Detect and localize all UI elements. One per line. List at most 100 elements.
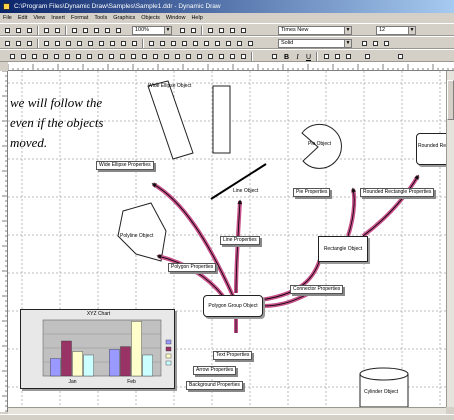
cylinder-tool-icon[interactable] bbox=[140, 52, 149, 61]
text-left-icon[interactable] bbox=[322, 52, 331, 61]
polygon-props-label[interactable]: Polygon Properties bbox=[168, 263, 217, 272]
underline-button[interactable]: U bbox=[304, 52, 313, 61]
horizontal-scrollbar[interactable] bbox=[8, 407, 446, 414]
text-props-label[interactable]: Text Properties bbox=[213, 351, 253, 360]
chevron-down-icon[interactable]: ▼ bbox=[408, 27, 415, 34]
lock-icon[interactable] bbox=[180, 39, 189, 48]
pie-props-label[interactable]: Pie Properties bbox=[293, 188, 331, 197]
save-icon[interactable] bbox=[25, 26, 34, 35]
italic-button[interactable]: I bbox=[293, 52, 302, 61]
rounded-rect-shape[interactable] bbox=[416, 133, 446, 165]
fill-icon[interactable] bbox=[224, 39, 233, 48]
rectangle-tool-icon[interactable] bbox=[52, 52, 61, 61]
menu-insert[interactable]: Insert bbox=[48, 13, 68, 23]
dash-icon[interactable] bbox=[382, 39, 391, 48]
send-back-icon[interactable] bbox=[108, 39, 117, 48]
vertical-ruler[interactable] bbox=[0, 71, 8, 412]
wide-ellipse-shape-left[interactable] bbox=[147, 80, 194, 160]
freehand-tool-icon[interactable] bbox=[151, 52, 160, 61]
connector-props-label[interactable]: Connector Properties bbox=[290, 285, 344, 294]
connector-tool-icon[interactable] bbox=[129, 52, 138, 61]
ungroup-icon[interactable] bbox=[130, 39, 139, 48]
chevron-down-icon[interactable]: ▼ bbox=[344, 40, 351, 47]
app-icon[interactable] bbox=[3, 3, 10, 10]
image-tool-icon[interactable] bbox=[118, 52, 127, 61]
zoom-in-icon[interactable] bbox=[178, 26, 187, 35]
menu-help[interactable]: Help bbox=[188, 13, 205, 23]
text-right-icon[interactable] bbox=[344, 52, 353, 61]
cylinder-shape[interactable] bbox=[359, 367, 409, 407]
help-icon[interactable] bbox=[239, 26, 248, 35]
ellipse-tool-icon[interactable] bbox=[63, 52, 72, 61]
background-props-label[interactable]: Background Properties bbox=[186, 381, 243, 390]
arrowhead-icon[interactable] bbox=[371, 39, 380, 48]
vertical-scrollbar[interactable] bbox=[446, 71, 454, 407]
measure-icon[interactable] bbox=[228, 52, 237, 61]
align-bottom-icon[interactable] bbox=[64, 39, 73, 48]
table-tool-icon[interactable] bbox=[162, 52, 171, 61]
font-size-select[interactable]: 12 ▼ bbox=[376, 26, 416, 35]
redo-icon[interactable] bbox=[114, 26, 123, 35]
arc-tool-icon[interactable] bbox=[41, 52, 50, 61]
chart-tool-icon[interactable] bbox=[107, 52, 116, 61]
scroll-thumb[interactable] bbox=[447, 80, 454, 120]
hand-tool-icon[interactable] bbox=[184, 52, 193, 61]
distribute-icon[interactable] bbox=[75, 39, 84, 48]
paste-icon[interactable] bbox=[92, 26, 101, 35]
print-preview-icon[interactable] bbox=[53, 26, 62, 35]
crop-icon[interactable] bbox=[217, 52, 226, 61]
rounded-rect-props-label[interactable]: Rounded Rectangle Properties bbox=[360, 188, 435, 197]
pointer-icon[interactable] bbox=[8, 52, 17, 61]
bring-front-icon[interactable] bbox=[97, 39, 106, 48]
align-left-icon[interactable] bbox=[3, 39, 12, 48]
polyline-shape[interactable] bbox=[117, 202, 167, 262]
curve-tool-icon[interactable] bbox=[85, 52, 94, 61]
snap-icon[interactable] bbox=[217, 26, 226, 35]
copy-icon[interactable] bbox=[81, 26, 90, 35]
menu-format[interactable]: Format bbox=[68, 13, 91, 23]
print-icon[interactable] bbox=[42, 26, 51, 35]
eraser-tool-icon[interactable] bbox=[195, 52, 204, 61]
chevron-down-icon[interactable]: ▼ bbox=[344, 27, 351, 34]
wide-ellipse-props-label[interactable]: Wide Ellipse Properties bbox=[96, 161, 154, 170]
pie-tool-icon[interactable] bbox=[96, 52, 105, 61]
align-center-icon[interactable] bbox=[14, 39, 23, 48]
wide-ellipse-shape-right[interactable] bbox=[212, 85, 231, 154]
line-width-icon[interactable] bbox=[360, 39, 369, 48]
arrow-props-label[interactable]: Arrow Properties bbox=[193, 366, 237, 375]
color-picker-icon[interactable] bbox=[206, 52, 215, 61]
menu-objects[interactable]: Objects bbox=[138, 13, 163, 23]
layer-icon[interactable] bbox=[191, 39, 200, 48]
ruler-icon[interactable] bbox=[228, 26, 237, 35]
grid-icon[interactable] bbox=[206, 26, 215, 35]
menu-edit[interactable]: Edit bbox=[15, 13, 30, 23]
group-icon[interactable] bbox=[119, 39, 128, 48]
zoom-out-icon[interactable] bbox=[189, 26, 198, 35]
zoom-select[interactable]: 100% ▼ bbox=[132, 26, 172, 35]
line-color-icon[interactable] bbox=[235, 39, 244, 48]
align-middle-icon[interactable] bbox=[53, 39, 62, 48]
text-tool-icon[interactable] bbox=[19, 52, 28, 61]
menu-tools[interactable]: Tools bbox=[91, 13, 110, 23]
line-style-select[interactable]: Solid ▼ bbox=[278, 39, 352, 48]
connect-icon[interactable] bbox=[213, 39, 222, 48]
font-name-select[interactable]: Times New ▼ bbox=[278, 26, 352, 35]
chart-object[interactable]: XYZ Chart Jan Feb bbox=[20, 309, 175, 389]
line-tool-icon[interactable] bbox=[30, 52, 39, 61]
horizontal-ruler[interactable] bbox=[8, 62, 454, 71]
bullet-icon[interactable] bbox=[396, 52, 405, 61]
rotate-icon[interactable] bbox=[147, 39, 156, 48]
list-icon[interactable] bbox=[270, 52, 279, 61]
polygon-tool-icon[interactable] bbox=[74, 52, 83, 61]
open-file-icon[interactable] bbox=[14, 26, 23, 35]
drawing-canvas[interactable]: we will follow the even if the objects m… bbox=[8, 71, 446, 407]
flip-icon[interactable] bbox=[158, 39, 167, 48]
text-color-icon[interactable] bbox=[363, 52, 372, 61]
menu-window[interactable]: Window bbox=[163, 13, 189, 23]
bold-button[interactable]: B bbox=[282, 52, 291, 61]
star-tool-icon[interactable] bbox=[239, 52, 248, 61]
align-right-icon[interactable] bbox=[25, 39, 34, 48]
menu-view[interactable]: View bbox=[30, 13, 48, 23]
menu-graphics[interactable]: Graphics bbox=[110, 13, 138, 23]
menu-file[interactable]: File bbox=[0, 13, 15, 23]
